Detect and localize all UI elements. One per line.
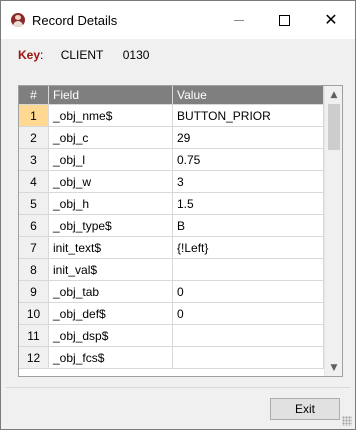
field-name-cell[interactable]: init_text$ — [49, 237, 173, 259]
table-row[interactable]: 3 _obj_l 0.75 — [19, 149, 324, 171]
table-row[interactable]: 8 init_val$ — [19, 259, 324, 281]
field-name-cell[interactable]: _obj_tab — [49, 281, 173, 303]
exit-button[interactable]: Exit — [270, 398, 340, 420]
scroll-up-arrow-icon[interactable]: ▲ — [325, 86, 342, 103]
table-row[interactable]: 2 _obj_c 29 — [19, 127, 324, 149]
table-row[interactable]: 10 _obj_def$ 0 — [19, 303, 324, 325]
close-button[interactable]: ✕ — [308, 1, 354, 39]
field-name-cell[interactable]: _obj_w — [49, 171, 173, 193]
table-row[interactable]: 12 _obj_fcs$ — [19, 347, 324, 369]
record-details-window: Record Details ✕ Key: CLIENT 0130 # Fiel… — [0, 0, 356, 430]
maximize-button[interactable] — [261, 1, 307, 39]
user-avatar-icon — [11, 13, 25, 27]
field-name-cell[interactable]: _obj_l — [49, 149, 173, 171]
field-value-cell[interactable]: 1.5 — [173, 193, 324, 215]
key-label: Key — [18, 48, 41, 62]
row-number-cell[interactable]: 8 — [19, 259, 49, 281]
field-value-cell[interactable]: B — [173, 215, 324, 237]
table-row[interactable]: 5 _obj_h 1.5 — [19, 193, 324, 215]
table-row[interactable]: 4 _obj_w 3 — [19, 171, 324, 193]
close-icon: ✕ — [324, 10, 338, 29]
field-value-cell[interactable]: 29 — [173, 127, 324, 149]
minimize-button[interactable] — [216, 1, 262, 39]
key-colon: : — [40, 48, 44, 62]
row-number-cell[interactable]: 7 — [19, 237, 49, 259]
row-number-cell[interactable]: 2 — [19, 127, 49, 149]
row-number-cell[interactable]: 5 — [19, 193, 49, 215]
field-name-cell[interactable]: _obj_def$ — [49, 303, 173, 325]
field-value-cell[interactable]: {!Left} — [173, 237, 324, 259]
field-value-cell[interactable]: 0 — [173, 281, 324, 303]
field-value-cell[interactable]: 3 — [173, 171, 324, 193]
record-key: Key: CLIENT 0130 — [18, 48, 149, 62]
field-name-cell[interactable]: _obj_fcs$ — [49, 347, 173, 369]
scrollbar-thumb[interactable] — [328, 104, 340, 150]
row-number-cell[interactable]: 1 — [19, 105, 49, 127]
field-name-cell[interactable]: _obj_nme$ — [49, 105, 173, 127]
field-name-cell[interactable]: _obj_dsp$ — [49, 325, 173, 347]
row-number-cell[interactable]: 3 — [19, 149, 49, 171]
key-table: CLIENT — [60, 48, 104, 62]
field-value-cell[interactable] — [173, 325, 324, 347]
field-value-cell[interactable]: 0.75 — [173, 149, 324, 171]
field-name-cell[interactable]: _obj_h — [49, 193, 173, 215]
maximize-icon — [278, 14, 290, 26]
field-value-cell[interactable]: 0 — [173, 303, 324, 325]
row-number-cell[interactable]: 11 — [19, 325, 49, 347]
grid-header: # Field Value — [19, 86, 324, 105]
row-number-cell[interactable]: 4 — [19, 171, 49, 193]
table-row[interactable]: 11 _obj_dsp$ — [19, 325, 324, 347]
field-value-cell[interactable] — [173, 259, 324, 281]
minimize-icon — [234, 19, 244, 21]
table-row[interactable]: 7 init_text$ {!Left} — [19, 237, 324, 259]
window-title: Record Details — [32, 13, 118, 28]
row-number-cell[interactable]: 6 — [19, 215, 49, 237]
resize-grip-icon[interactable] — [342, 416, 352, 426]
row-number-cell[interactable]: 9 — [19, 281, 49, 303]
column-header-field[interactable]: Field — [49, 86, 173, 105]
row-number-cell[interactable]: 12 — [19, 347, 49, 369]
field-name-cell[interactable]: init_val$ — [49, 259, 173, 281]
key-id: 0130 — [122, 48, 150, 62]
table-row[interactable]: 1 _obj_nme$ BUTTON_PRIOR — [19, 105, 324, 127]
column-header-value[interactable]: Value — [173, 86, 324, 105]
field-name-cell[interactable]: _obj_c — [49, 127, 173, 149]
column-header-number[interactable]: # — [19, 86, 49, 105]
title-bar[interactable]: Record Details ✕ — [1, 1, 355, 39]
scroll-down-arrow-icon[interactable]: ▼ — [325, 359, 342, 376]
field-value-cell[interactable]: BUTTON_PRIOR — [173, 105, 324, 127]
grid-rows: 1 _obj_nme$ BUTTON_PRIOR 2 _obj_c 29 3 _obj_l 0.… — [19, 105, 324, 369]
row-number-cell[interactable]: 10 — [19, 303, 49, 325]
field-value-cell[interactable] — [173, 347, 324, 369]
footer-divider — [6, 387, 350, 388]
field-name-cell[interactable]: _obj_type$ — [49, 215, 173, 237]
fields-grid[interactable]: # Field Value 1 _obj_nme$ BUTTON_PRIOR 2 _ob… — [18, 85, 343, 377]
vertical-scrollbar[interactable]: ▲ ▼ — [324, 86, 342, 376]
table-row[interactable]: 9 _obj_tab 0 — [19, 281, 324, 303]
table-row[interactable]: 6 _obj_type$ B — [19, 215, 324, 237]
